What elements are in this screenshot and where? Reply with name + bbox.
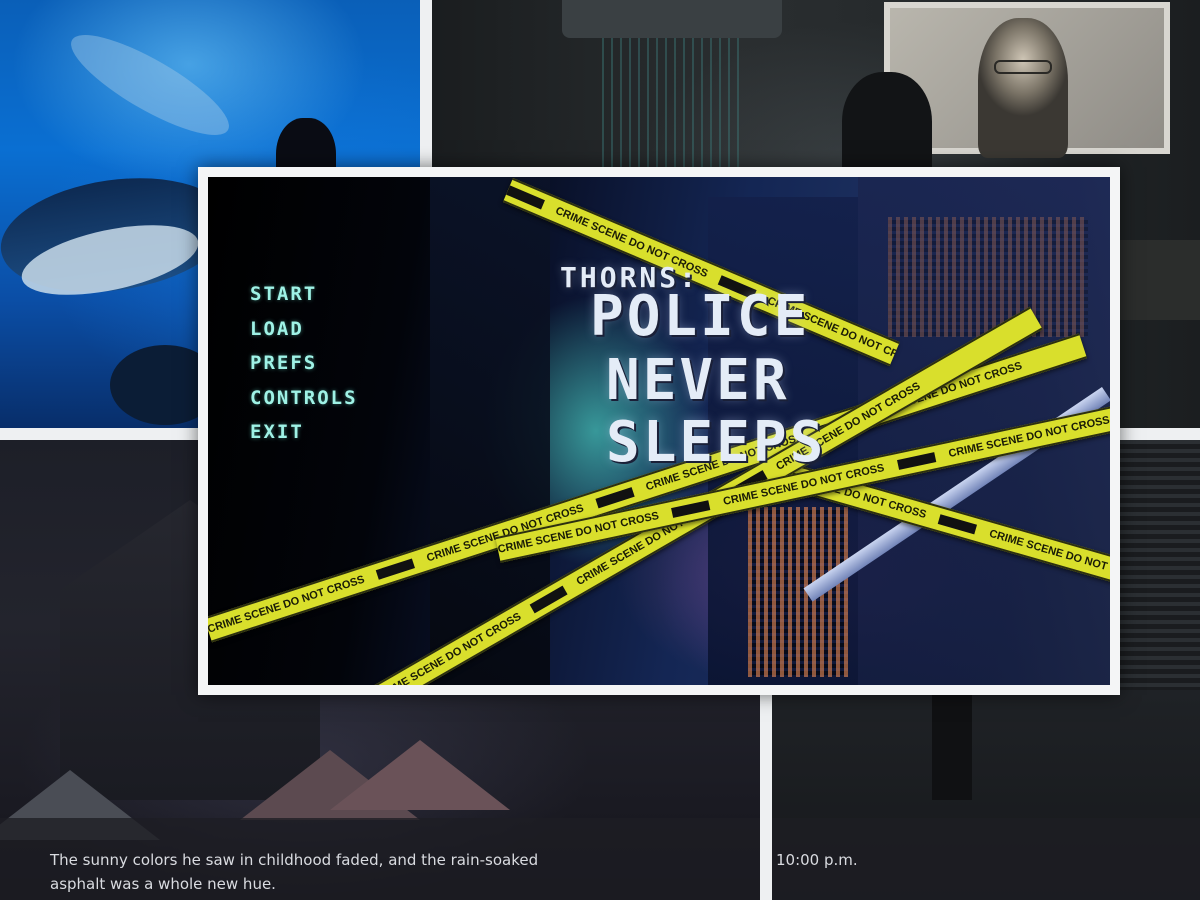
menu-load-button[interactable]: LOAD [250, 312, 358, 347]
time-text: 10:00 p.m. [776, 851, 858, 869]
tent-shape [330, 740, 510, 810]
title-screen-frame: CRIME SCENE DO NOT CROSSCRIME SCENE DO N… [198, 167, 1120, 695]
tape-label: CRIME SCENE DO NOT CROSS [208, 573, 367, 636]
shadow-figure [932, 680, 972, 800]
desk-shelf [1112, 240, 1200, 320]
title-screen: CRIME SCENE DO NOT CROSSCRIME SCENE DO N… [208, 177, 1110, 685]
glasses-shape [994, 60, 1052, 74]
lit-windows [888, 217, 1088, 337]
cables [602, 38, 742, 178]
person-silhouette [842, 72, 932, 182]
window-blinds [1112, 440, 1200, 690]
main-menu: START LOAD PREFS CONTROLS EXIT [250, 277, 358, 450]
wall-unit [562, 0, 782, 38]
dialogue-box: 10:00 p.m. [772, 818, 1200, 900]
dolphin-shape [59, 18, 241, 152]
lit-windows [748, 507, 848, 677]
menu-exit-button[interactable]: EXIT [250, 415, 358, 450]
man-portrait [978, 18, 1068, 158]
menu-controls-button[interactable]: CONTROLS [250, 381, 358, 416]
game-title-line-2: NEVER [606, 348, 790, 413]
menu-prefs-button[interactable]: PREFS [250, 346, 358, 381]
game-title-line-3: SLEEPS [606, 410, 827, 475]
menu-start-button[interactable]: START [250, 277, 358, 312]
game-title-line-1: POLICE [590, 284, 811, 349]
dialogue-text: The sunny colors he saw in childhood fad… [50, 851, 539, 893]
dialogue-box: The sunny colors he saw in childhood fad… [0, 818, 760, 900]
